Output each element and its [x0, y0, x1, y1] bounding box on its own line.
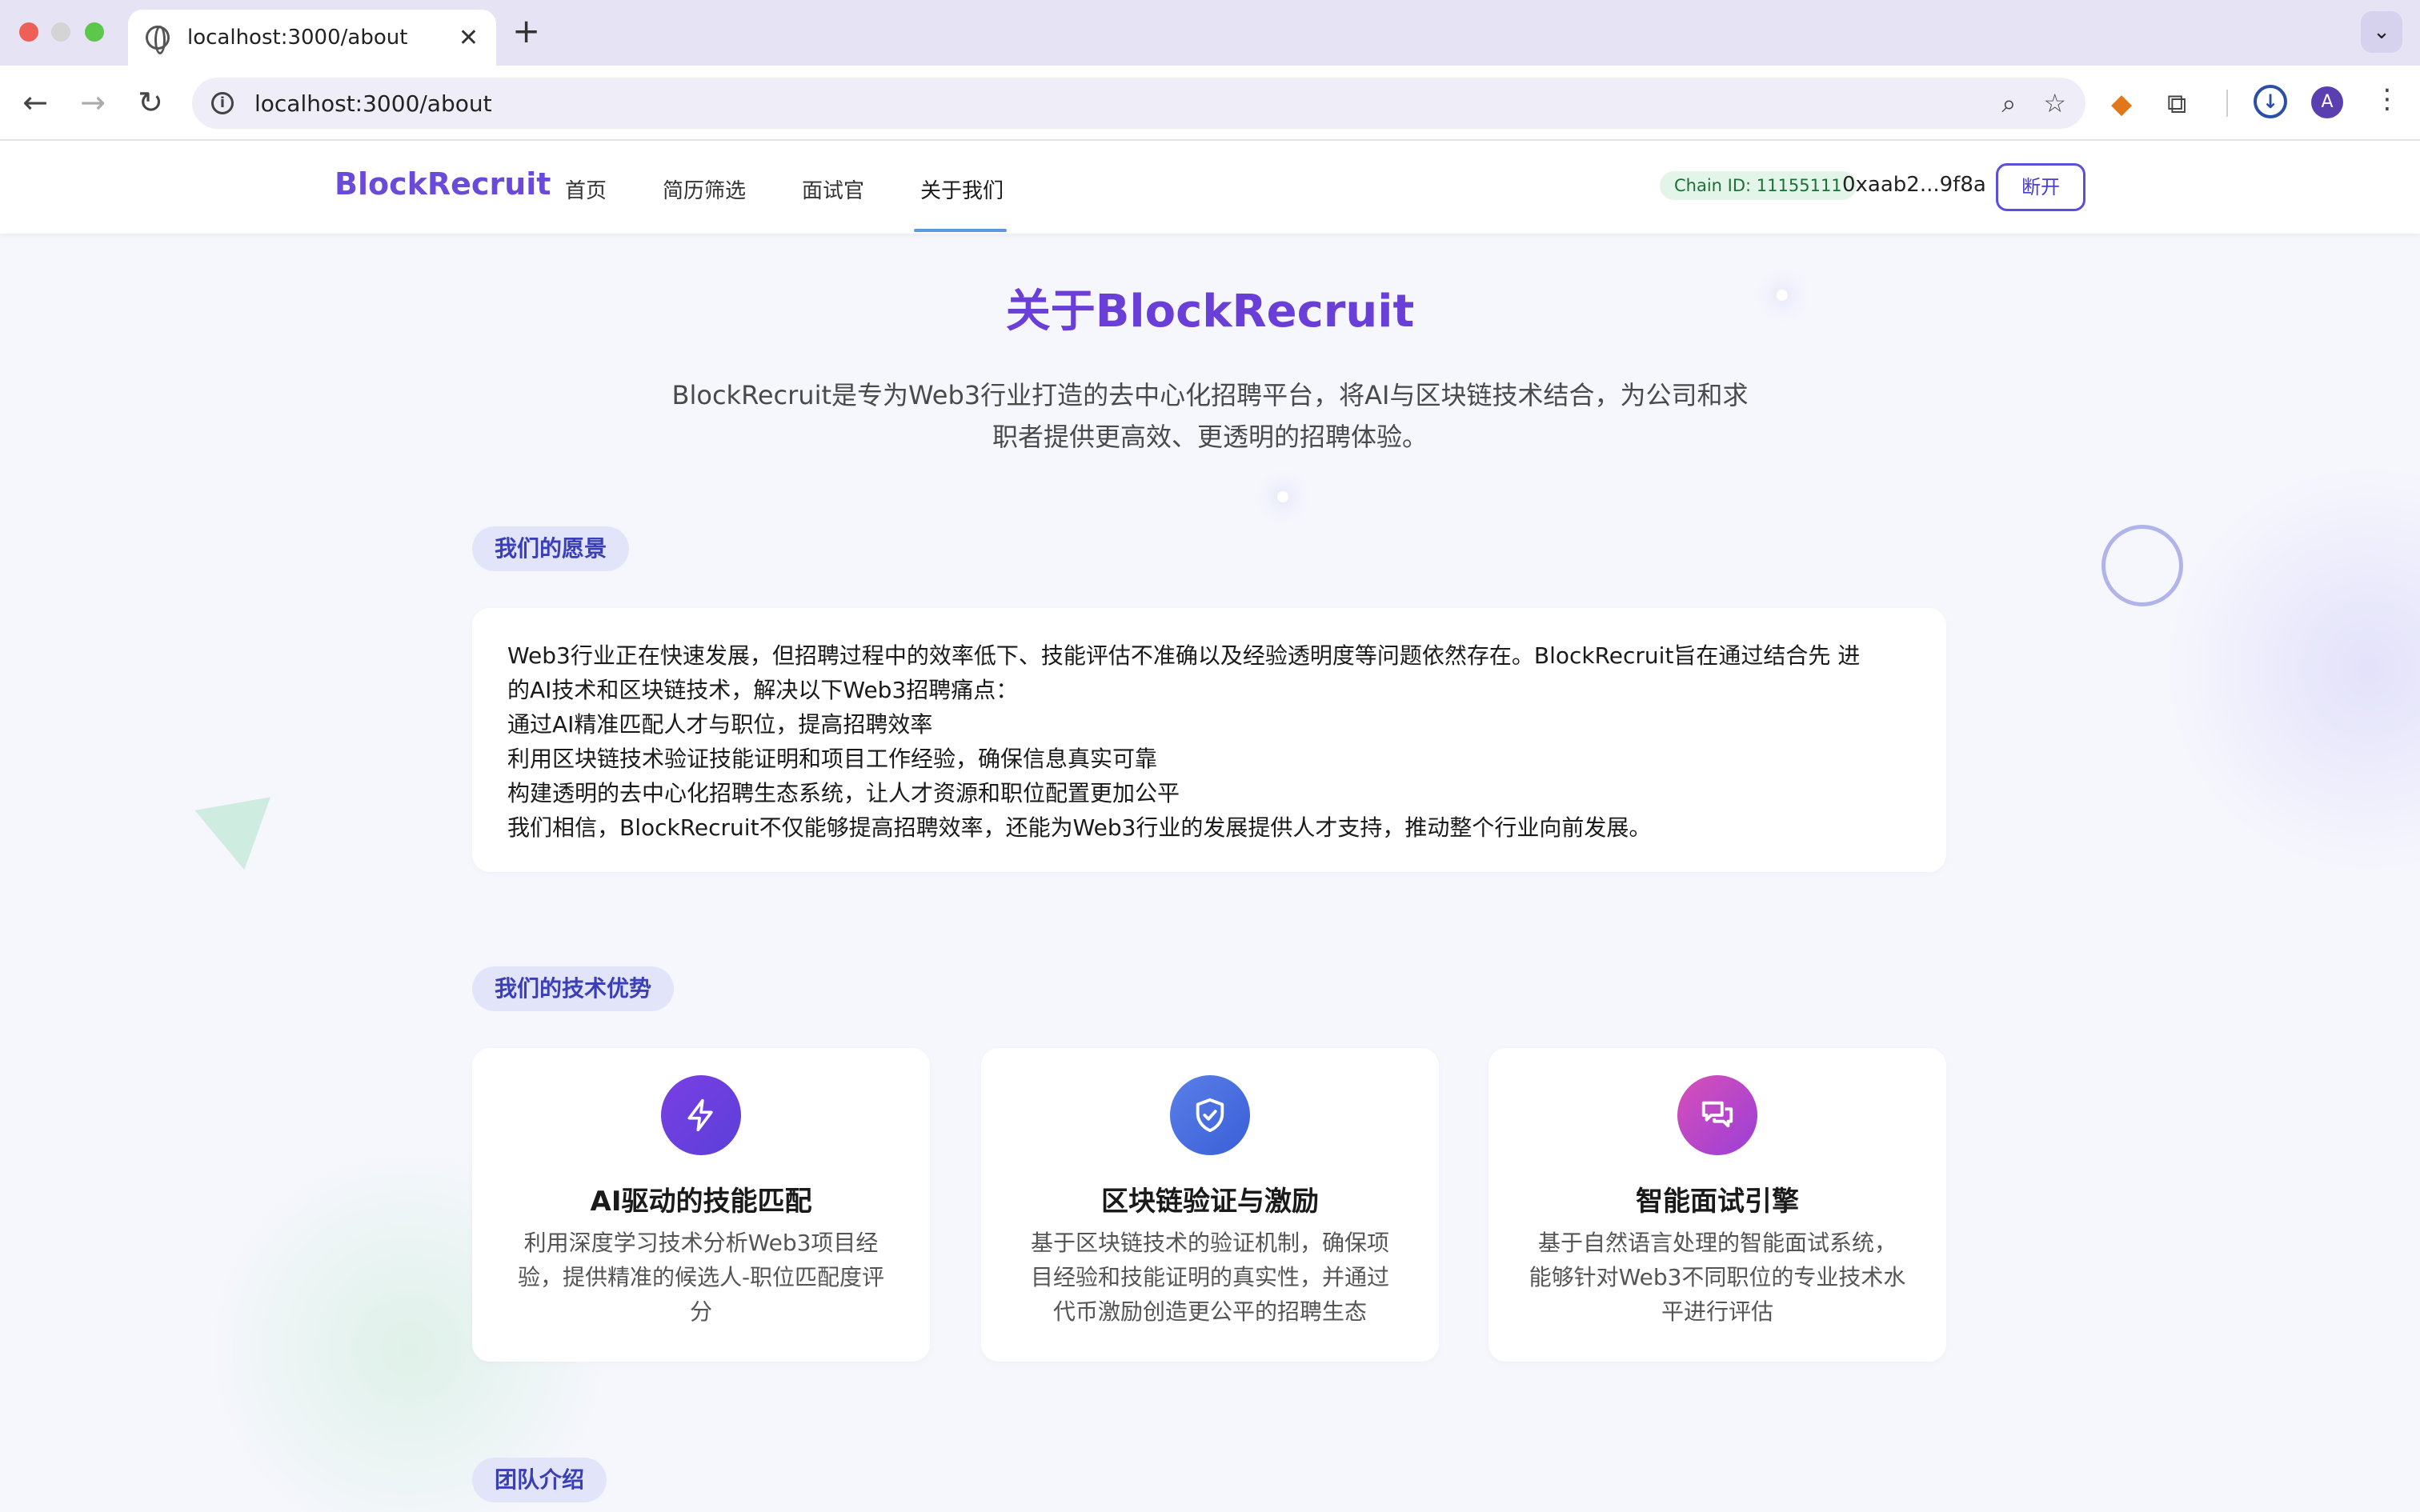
vision-line: 我们相信，BlockRecruit不仅能够提高招聘效率，还能为Web3行业的发展… [507, 814, 1652, 841]
feature-desc-line: 分 [689, 1298, 712, 1325]
shield-check-icon [1170, 1075, 1250, 1155]
feature-card: 智能面试引擎 基于自然语言处理的智能面试系统， 能够针对Web3不同职位的专业技… [1488, 1048, 1946, 1362]
chain-id-badge: Chain ID: 11155111 [1660, 171, 1857, 200]
feature-title: AI驱动的技能匹配 [590, 1186, 812, 1218]
feature-desc-line: 基于自然语言处理的智能面试系统， [1537, 1230, 1897, 1256]
tab-close-icon[interactable]: ✕ [459, 24, 479, 52]
feature-desc-line: 平进行评估 [1661, 1298, 1773, 1325]
feature-desc-line: 目经验和技能证明的真实性，并通过 [1030, 1264, 1389, 1290]
vision-line: 的AI技术和区块链技术，解决以下Web3招聘痛点： [507, 677, 1019, 703]
vision-line: 利用区块链技术验证技能证明和项目工作经验，确保信息真实可靠 [507, 746, 1158, 772]
feature-card: AI驱动的技能匹配 利用深度学习技术分析Web3项目经 验，提供精准的候选人-职… [472, 1048, 930, 1362]
window-close-button[interactable] [19, 22, 38, 42]
feature-desc-line: 验，提供精准的候选人-职位匹配度评 [517, 1264, 885, 1290]
feature-description: 基于区块链技术的验证机制，确保项 目经验和技能证明的真实性，并通过 代币激励创造… [1016, 1226, 1404, 1329]
feature-description: 基于自然语言处理的智能面试系统， 能够针对Web3不同职位的专业技术水 平进行评… [1524, 1226, 1911, 1329]
feature-card: 区块链验证与激励 基于区块链技术的验证机制，确保项 目经验和技能证明的真实性，并… [981, 1048, 1439, 1362]
page-body: BlockRecruit 首页 简历筛选 面试官 关于我们 Chain ID: … [0, 141, 2420, 1512]
feature-desc-line: 利用深度学习技术分析Web3项目经 [523, 1230, 879, 1256]
vision-card: Web3行业正在快速发展，但招聘过程中的效率低下、技能评估不准确以及经验透明度等… [472, 608, 1946, 872]
feature-desc-line: 能够针对Web3不同职位的专业技术水 [1529, 1264, 1906, 1290]
vision-line: 通过AI精准匹配人才与职位，提高招聘效率 [507, 711, 933, 738]
active-nav-indicator [914, 229, 1007, 232]
nav-interviewer[interactable]: 面试官 [802, 174, 864, 204]
decorative-blob [2161, 461, 2420, 877]
info-icon[interactable]: i [211, 92, 234, 114]
feature-title: 智能面试引擎 [1636, 1186, 1799, 1218]
vision-heading: 我们的愿景 [472, 526, 630, 571]
feature-description: 利用深度学习技术分析Web3项目经 验，提供精准的候选人-职位匹配度评 分 [507, 1226, 895, 1329]
brand-logo[interactable]: BlockRecruit [335, 166, 551, 202]
forward-arrow-icon[interactable]: → [75, 85, 110, 120]
feature-desc-line: 基于区块链技术的验证机制，确保项 [1030, 1230, 1389, 1256]
description-line: 职者提供更高效、更透明的招聘体验。 [992, 422, 1428, 452]
page-title: 关于BlockRecruit [1005, 286, 1415, 338]
team-heading: 团队介绍 [472, 1458, 607, 1502]
browser-tab[interactable]: localhost:3000/about ✕ [128, 10, 496, 66]
nav-resume-screening[interactable]: 简历筛选 [663, 174, 746, 204]
page-description: BlockRecruit是专为Web3行业打造的去中心化招聘平台，将AI与区块链… [656, 374, 1764, 458]
vision-line: 构建透明的去中心化招聘生态系统，让人才资源和职位配置更加公平 [507, 780, 1180, 806]
metamask-fox-icon[interactable]: ◆ [2111, 88, 2132, 120]
more-menu-icon[interactable]: ⋮ [2374, 83, 2401, 115]
feature-desc-line: 代币激励创造更公平的招聘生态 [1052, 1298, 1367, 1325]
decorative-dot [1277, 491, 1288, 502]
lightning-icon [661, 1075, 741, 1155]
nav-about[interactable]: 关于我们 [920, 174, 1004, 204]
extensions-puzzle-icon[interactable]: ⧉ [2167, 88, 2186, 120]
address-bar[interactable]: i localhost:3000/about ⌕ ☆ [192, 78, 2085, 129]
zoom-icon[interactable]: ⌕ [2001, 88, 2016, 119]
chevron-down-icon[interactable]: ⌄ [2361, 11, 2402, 53]
globe-icon [146, 26, 170, 54]
disconnect-button[interactable]: 断开 [1996, 163, 2085, 211]
back-arrow-icon[interactable]: ← [18, 85, 53, 120]
site-header: BlockRecruit 首页 简历筛选 面试官 关于我们 Chain ID: … [0, 141, 2420, 234]
chat-bubbles-icon [1677, 1075, 1757, 1155]
profile-avatar[interactable]: A [2311, 86, 2343, 118]
decorative-triangle [194, 797, 282, 877]
tech-heading: 我们的技术优势 [472, 966, 675, 1011]
reload-icon[interactable]: ↻ [133, 85, 168, 120]
description-line: BlockRecruit是专为Web3行业打造的去中心化招聘平台，将AI与区块链… [671, 380, 1749, 410]
star-icon[interactable]: ☆ [2043, 88, 2066, 118]
download-icon[interactable]: ↓ [2254, 85, 2287, 118]
browser-tab-strip: localhost:3000/about ✕ + ⌄ [0, 0, 2420, 66]
feature-title: 区块链验证与激励 [1101, 1186, 1319, 1218]
tab-title: localhost:3000/about [187, 26, 408, 50]
browser-toolbar: ← → ↻ i localhost:3000/about ⌕ ☆ ◆ ⧉ ↓ A… [0, 66, 2420, 141]
url-text[interactable]: localhost:3000/about [254, 90, 1974, 117]
wallet-address: 0xaab2...9f8a [1842, 173, 1986, 197]
window-zoom-button[interactable] [85, 22, 104, 42]
new-tab-icon[interactable]: + [512, 11, 540, 50]
decorative-circle [2101, 525, 2183, 606]
toolbar-divider [2226, 90, 2228, 117]
nav-home[interactable]: 首页 [565, 174, 607, 204]
window-minimize-button[interactable] [51, 22, 70, 42]
vision-line: Web3行业正在快速发展，但招聘过程中的效率低下、技能评估不准确以及经验透明度等… [507, 642, 1861, 669]
